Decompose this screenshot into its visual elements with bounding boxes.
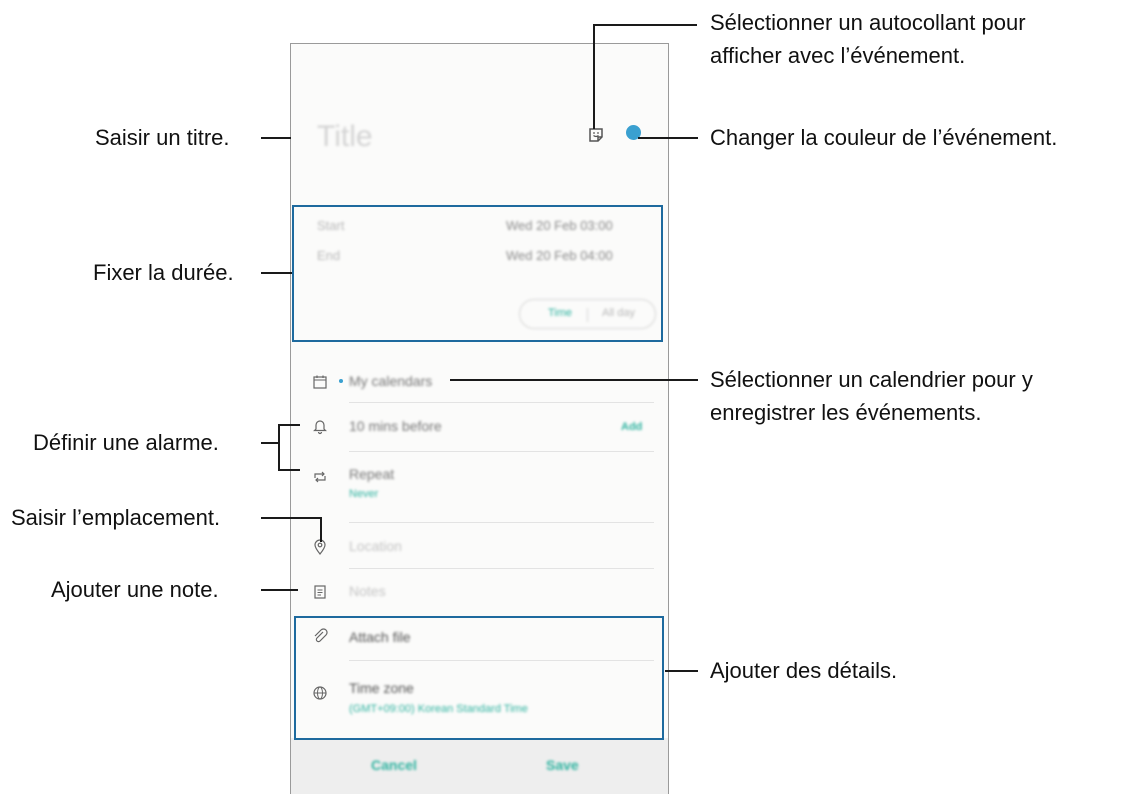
annotation-title: Saisir un titre.	[95, 125, 230, 150]
time-zone-value: (GMT+09:00) Korean Standard Time	[349, 703, 528, 715]
end-label: End	[317, 248, 341, 263]
toggle-separator	[587, 308, 588, 322]
callout-line	[450, 379, 698, 381]
event-editor-screen: Title Start Wed 20 Feb 03:00 End Wed 20 …	[290, 43, 669, 794]
repeat-value: Never	[349, 488, 379, 500]
notes-icon	[314, 585, 326, 599]
annotation-note: Ajouter une note.	[51, 577, 219, 602]
attach-file-button[interactable]: Attach file	[349, 629, 410, 645]
divider	[349, 660, 654, 661]
callout-line	[261, 272, 292, 274]
notes-input[interactable]: Notes	[349, 583, 386, 599]
repeat-label[interactable]: Repeat	[349, 466, 394, 482]
callout-line	[261, 589, 298, 591]
start-label: Start	[317, 218, 345, 233]
annotation-calendar-1: Sélectionner un calendrier pour y	[710, 367, 1033, 392]
divider	[349, 402, 654, 403]
annotation-duration: Fixer la durée.	[93, 260, 234, 285]
callout-line	[665, 670, 698, 672]
repeat-icon	[314, 471, 326, 483]
callout-line	[278, 424, 300, 426]
add-alarm-button[interactable]: Add	[621, 421, 642, 433]
details-card: Attach file Time zone (GMT+09:00) Korean…	[299, 617, 661, 741]
date-range-card: Start Wed 20 Feb 03:00 End Wed 20 Feb 04…	[299, 204, 661, 341]
toggle-all-day[interactable]: All day	[602, 307, 635, 319]
divider	[349, 451, 654, 452]
sticker-icon[interactable]	[587, 126, 605, 144]
end-value[interactable]: Wed 20 Feb 04:00	[506, 248, 613, 263]
callout-line	[261, 137, 291, 139]
callout-line	[593, 24, 697, 26]
toggle-time[interactable]: Time	[548, 307, 572, 319]
location-input[interactable]: Location	[349, 538, 402, 554]
annotation-sticker-1: Sélectionner un autocollant pour	[710, 10, 1026, 35]
divider	[349, 522, 654, 523]
callout-line	[278, 469, 300, 471]
calendar-icon	[313, 375, 327, 389]
callout-line	[261, 517, 322, 519]
annotation-location: Saisir l’emplacement.	[11, 505, 221, 530]
annotation-calendar-2: enregistrer les événements.	[710, 400, 982, 425]
bell-icon	[313, 420, 327, 435]
attach-icon	[314, 628, 328, 643]
annotation-color: Changer la couleur de l’événement.	[710, 125, 1058, 150]
title-input[interactable]: Title	[317, 120, 373, 154]
divider	[349, 568, 654, 569]
save-button[interactable]: Save	[546, 757, 579, 773]
start-value[interactable]: Wed 20 Feb 03:00	[506, 218, 613, 233]
callout-line	[320, 517, 322, 542]
calendar-select[interactable]: My calendars	[349, 373, 432, 389]
calendar-color-dot	[339, 379, 343, 383]
globe-icon	[313, 686, 327, 700]
cancel-button[interactable]: Cancel	[371, 757, 417, 773]
annotation-sticker-2: afficher avec l’événement.	[710, 43, 966, 68]
callout-line	[278, 424, 280, 471]
bottom-action-bar: Cancel Save	[291, 738, 668, 794]
callout-line	[638, 137, 698, 139]
callout-line	[593, 24, 595, 129]
annotation-details: Ajouter des détails.	[710, 658, 898, 683]
annotation-alarm: Définir une alarme.	[33, 430, 219, 455]
time-zone-label[interactable]: Time zone	[349, 680, 414, 696]
alarm-value[interactable]: 10 mins before	[349, 418, 442, 434]
callout-line	[261, 442, 279, 444]
time-allday-toggle[interactable]: Time All day	[519, 299, 656, 329]
